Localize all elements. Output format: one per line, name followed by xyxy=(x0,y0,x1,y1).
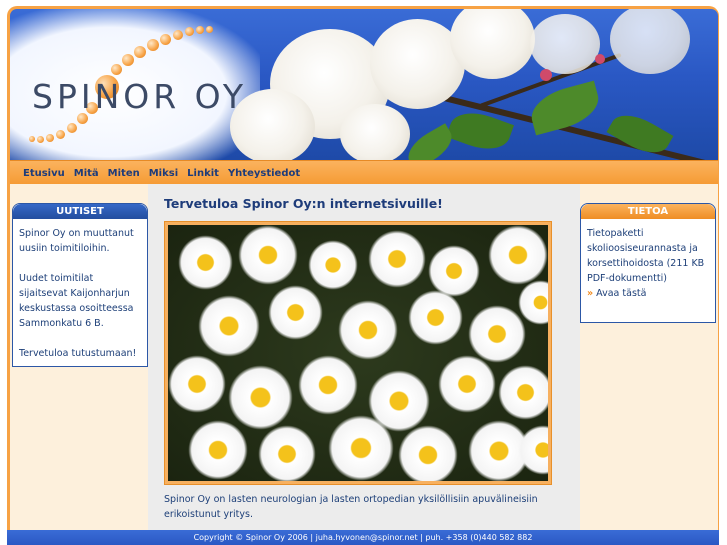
news-box-title: UUTISET xyxy=(13,204,147,219)
page-title: Tervetuloa Spinor Oy:n internetsivuille! xyxy=(164,196,443,211)
daisy-flower xyxy=(398,425,458,481)
bud xyxy=(595,54,605,64)
daisy-flower xyxy=(198,295,260,357)
news-box: UUTISET Spinor Oy on muuttanut uusiin to… xyxy=(12,203,148,367)
daisy-flower xyxy=(498,365,548,420)
nav-item-miten[interactable]: Miten xyxy=(108,168,140,179)
company-description: Spinor Oy on lasten neurologian ja laste… xyxy=(164,494,538,520)
daisy-flower xyxy=(468,305,526,363)
pearl xyxy=(37,136,44,143)
daisy-flower xyxy=(188,420,248,480)
header-banner: SPINOR OY xyxy=(10,9,718,160)
pearl xyxy=(206,26,213,33)
news-paragraph: Spinor Oy on muuttanut uusiin toimitiloi… xyxy=(19,228,134,254)
blossom xyxy=(340,104,410,160)
news-paragraph: Tervetuloa tutustumaan! xyxy=(19,348,137,359)
daisy-flower xyxy=(328,415,394,481)
daisy-flower xyxy=(298,355,358,415)
nav-item-yhteystiedot[interactable]: Yhteystiedot xyxy=(228,168,300,179)
bud xyxy=(540,69,552,81)
daisy-flower xyxy=(168,355,226,413)
daisy-flower xyxy=(308,240,358,290)
footer: Copyright © Spinor Oy 2006 | juha.hyvone… xyxy=(7,530,719,545)
daisies-photo xyxy=(168,225,548,481)
daisy-flower xyxy=(228,365,293,430)
daisy-flower xyxy=(438,355,496,413)
info-text: Tietopaketti skolioosiseurannasta ja kor… xyxy=(587,228,705,284)
pearl xyxy=(185,27,194,36)
nav-item-linkit[interactable]: Linkit xyxy=(187,168,219,179)
news-box-body: Spinor Oy on muuttanut uusiin toimitiloi… xyxy=(13,219,147,383)
main-navigation: Etusivu Mitä Miten Miksi Linkit Yhteysti… xyxy=(10,160,718,185)
news-paragraph: Uudet toimitilat sijaitsevat Kaijonharju… xyxy=(19,273,134,329)
daisy-flower xyxy=(408,290,463,345)
pearl xyxy=(134,46,146,58)
pearl xyxy=(46,134,54,142)
photo-frame xyxy=(164,221,552,485)
pearl xyxy=(29,136,35,142)
pearl xyxy=(111,64,122,75)
nav-item-miksi[interactable]: Miksi xyxy=(149,168,178,179)
blossom xyxy=(530,14,600,74)
logo[interactable]: SPINOR OY xyxy=(32,77,247,116)
pearl xyxy=(56,130,65,139)
pearl xyxy=(160,34,171,45)
pearl xyxy=(173,30,183,40)
daisy-flower xyxy=(368,230,426,288)
pearl xyxy=(147,39,159,51)
pearl xyxy=(196,26,204,34)
daisy-flower xyxy=(238,225,298,285)
daisy-flower xyxy=(268,285,323,340)
leaf xyxy=(526,80,604,136)
info-box-body: Tietopaketti skolioosiseurannasta ja kor… xyxy=(581,219,715,308)
daisy-flower xyxy=(338,300,398,360)
open-pdf-link[interactable]: Avaa tästä xyxy=(596,288,646,299)
arrow-icon: » xyxy=(587,288,594,299)
nav-item-mita[interactable]: Mitä xyxy=(74,168,99,179)
daisy-flower xyxy=(258,425,316,481)
pearl xyxy=(67,123,77,133)
blossom xyxy=(610,9,690,74)
daisy-flower xyxy=(518,280,548,325)
info-box-title: TIETOA xyxy=(581,204,715,219)
nav-item-etusivu[interactable]: Etusivu xyxy=(23,168,65,179)
pearl xyxy=(122,54,134,66)
daisy-flower xyxy=(488,225,548,285)
pdf-link-row: » Avaa tästä xyxy=(587,286,709,301)
info-box: TIETOA Tietopaketti skolioosiseurannasta… xyxy=(580,203,716,323)
daisy-flower xyxy=(178,235,233,290)
